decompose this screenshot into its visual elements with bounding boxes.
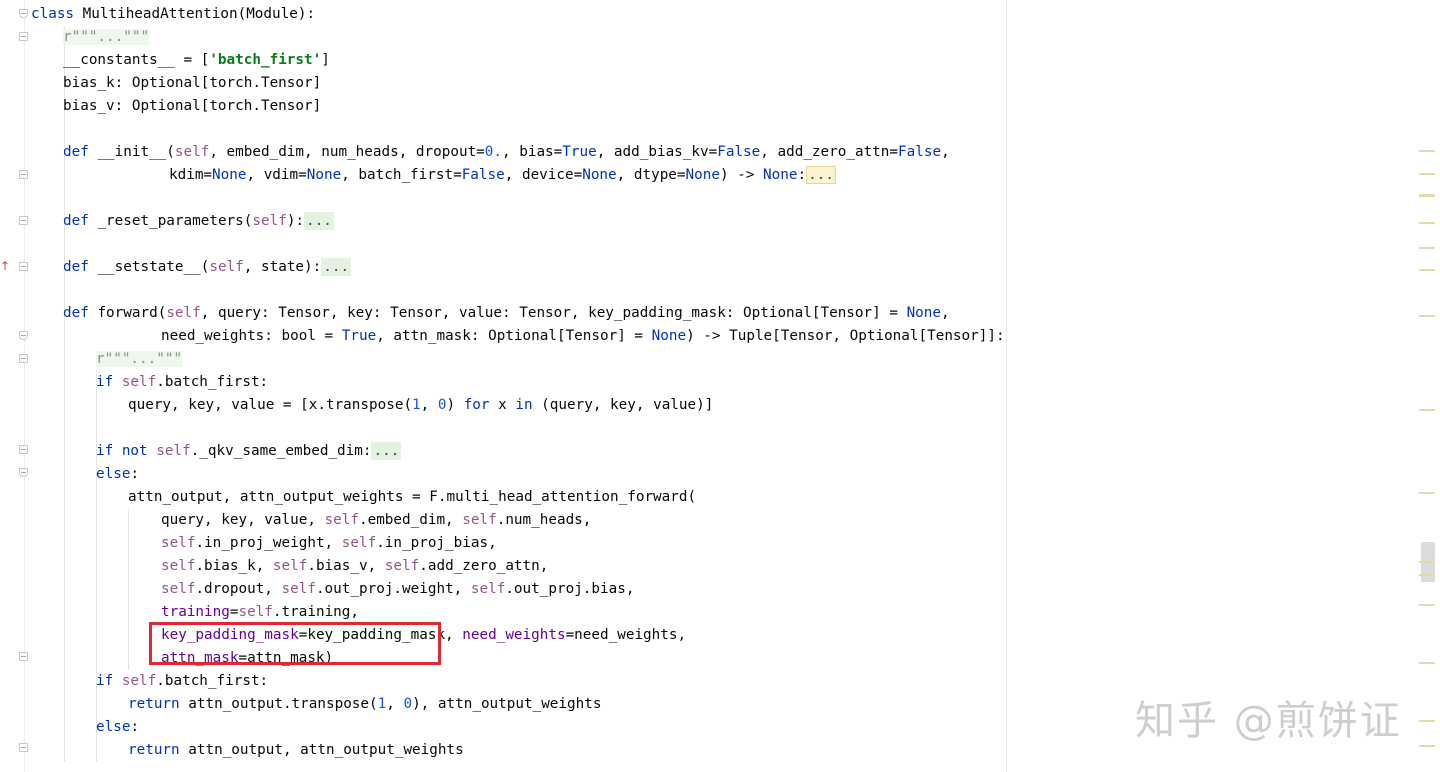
scroll-marker [1419, 720, 1435, 722]
code-line-2: r"""...""" [63, 29, 150, 45]
folded-body-placeholder[interactable]: ... [371, 442, 402, 460]
override-arrow-icon[interactable]: ↑ [0, 256, 10, 276]
scroll-marker [1419, 173, 1435, 175]
scroll-marker [1419, 222, 1435, 224]
indent-guide [128, 509, 129, 670]
code-line-forward: def forward(self, query: Tensor, key: Te… [63, 305, 950, 321]
code-line-else: else: [96, 466, 140, 482]
scroll-marker [1419, 745, 1435, 747]
code-line-4: bias_k: Optional[torch.Tensor] [63, 75, 322, 91]
scroll-marker [1419, 604, 1435, 606]
scroll-marker [1419, 409, 1435, 411]
scroll-marker [1419, 561, 1435, 563]
editor-scrollbar[interactable] [1418, 0, 1440, 772]
scroll-marker [1419, 492, 1435, 494]
scroll-marker [1419, 150, 1435, 152]
code-line-if-batch2: if self.batch_first: [96, 673, 269, 689]
fold-setstate-icon[interactable] [19, 262, 28, 271]
folded-body-placeholder[interactable]: ... [806, 166, 836, 184]
fold-class-icon[interactable] [19, 9, 28, 18]
scroll-marker [1419, 269, 1435, 271]
folded-body-placeholder[interactable]: ... [321, 258, 352, 276]
highlight-annotation-box [149, 622, 441, 665]
indent-guide [96, 371, 97, 762]
watermark: 知乎 @煎饼证 [1135, 698, 1402, 744]
fold-else2-icon[interactable] [19, 743, 28, 752]
scroll-marker [1419, 247, 1435, 249]
code-line-return1: return attn_output.transpose(1, 0), attn… [128, 696, 602, 712]
fold-if-icon[interactable] [19, 445, 28, 454]
code-line-arg4: self.dropout, self.out_proj.weight, self… [161, 581, 635, 597]
code-line-arg5: training=self.training, [161, 604, 359, 620]
code-line-transpose: query, key, value = [x.transpose(1, 0) f… [128, 397, 714, 413]
code-line-1: class MultiheadAttention(Module): [31, 6, 316, 22]
code-line-if-not: if not self._qkv_same_embed_dim:... [96, 442, 402, 460]
fold-else-icon[interactable] [19, 468, 28, 477]
scroll-marker [1419, 574, 1435, 576]
code-line-arg1: query, key, value, self.embed_dim, self.… [161, 512, 592, 528]
code-line-reset: def _reset_parameters(self):... [63, 212, 334, 230]
fold-call-end-icon[interactable] [19, 652, 28, 661]
indent-guide [64, 26, 65, 762]
code-line-else2: else: [96, 719, 140, 735]
scroll-marker [1419, 662, 1435, 664]
code-line-setstate: def __setstate__(self, state):... [63, 258, 352, 276]
fold-docstring-icon[interactable] [19, 32, 28, 41]
code-line-if-batch: if self.batch_first: [96, 374, 269, 390]
scroll-marker [1419, 315, 1435, 317]
code-line-3: __constants__ = ['batch_first'] [63, 52, 330, 68]
code-line-forward-cont: need_weights: bool = True, attn_mask: Op… [161, 328, 1005, 344]
code-line-mha-call: attn_output, attn_output_weights = F.mul… [128, 489, 697, 505]
code-line-forward-doc: r"""...""" [96, 351, 183, 367]
code-line-arg3: self.bias_k, self.bias_v, self.add_zero_… [161, 558, 549, 574]
code-line-arg2: self.in_proj_weight, self.in_proj_bias, [161, 535, 497, 551]
code-line-5: bias_v: Optional[torch.Tensor] [63, 98, 322, 114]
fold-reset-icon[interactable] [19, 216, 28, 225]
fold-forward-docstring-icon[interactable] [19, 354, 28, 363]
code-line-init: def __init__(self, embed_dim, num_heads,… [63, 144, 950, 160]
fold-init-icon[interactable] [19, 170, 28, 179]
code-line-init-cont: kdim=None, vdim=None, batch_first=False,… [169, 166, 836, 184]
folded-body-placeholder[interactable]: ... [304, 212, 334, 230]
right-margin-guide [1006, 0, 1007, 772]
scroll-marker [1419, 194, 1435, 197]
fold-forward-icon[interactable] [19, 331, 28, 340]
code-line-return2: return attn_output, attn_output_weights [128, 742, 464, 758]
